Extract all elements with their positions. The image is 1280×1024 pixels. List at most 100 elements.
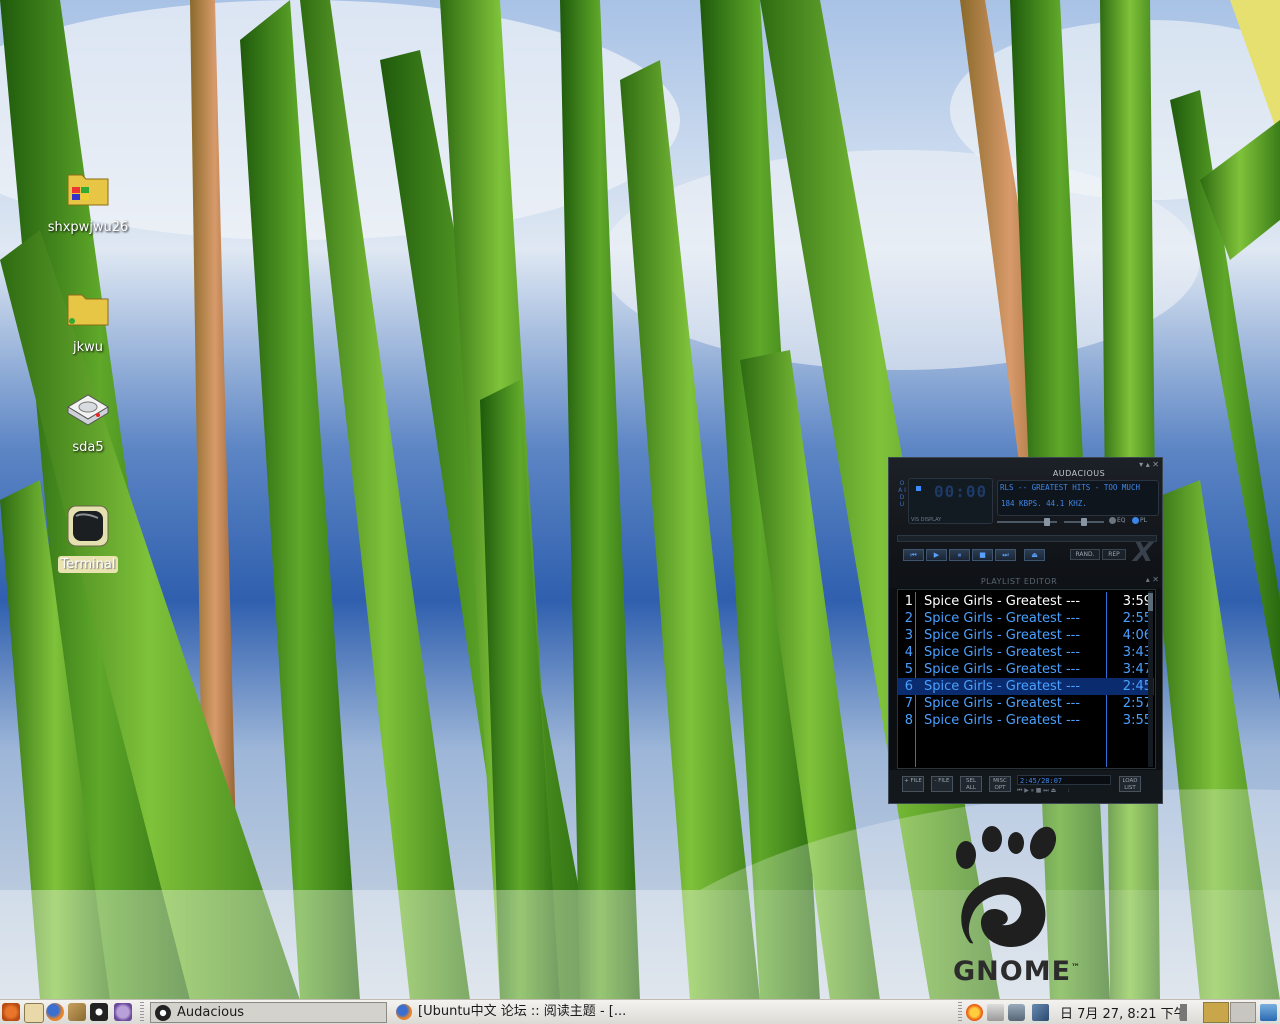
playlist-row-title: Spice Girls - Greatest --- (924, 611, 1081, 626)
printer-icon[interactable] (987, 1004, 1004, 1021)
playlist-row-duration: 3:59 (1122, 594, 1152, 609)
select-all-button[interactable]: SEL ALL (960, 776, 982, 792)
workspace-1[interactable] (1203, 1002, 1229, 1023)
terminal-icon (67, 505, 109, 547)
desktop-icon-label: Terminal (57, 556, 119, 573)
playlist-row-title: Spice Girls - Greatest --- (924, 713, 1081, 728)
playlist-scrollbar[interactable] (1148, 591, 1153, 767)
playlist-row-number: 3 (904, 628, 913, 643)
playlist-title: PLAYLIST EDITOR (980, 577, 1058, 586)
panel-handle[interactable] (958, 1002, 962, 1023)
audacious-logo-x: X (1133, 538, 1154, 568)
playlist-row-duration: 3:55 (1122, 713, 1152, 728)
playlist-row-duration: 3:47 (1122, 662, 1152, 677)
playlist-row-number: 5 (904, 662, 913, 677)
audacious-window[interactable]: AUDACIOUS ▾ ▴ ✕ O A I D U 00:00 VIS DISP… (888, 457, 1163, 804)
shuffle-button[interactable]: RAND. (1070, 549, 1100, 560)
playlist-row-number: 1 (904, 594, 913, 609)
firefox-icon[interactable] (46, 1003, 64, 1021)
playlist-row[interactable]: 4 Spice Girls - Greatest --- 3:43 (898, 644, 1154, 661)
misc-options-button[interactable]: MISC OPT (989, 776, 1011, 792)
playlist-row-title: Spice Girls - Greatest --- (924, 662, 1081, 677)
playlist-row-duration: 2:57 (1122, 696, 1152, 711)
eq-toggle[interactable]: EQ (1109, 517, 1126, 524)
audacious-time-display[interactable]: 00:00 (934, 482, 987, 501)
windows-folder-icon (67, 174, 109, 206)
playlist-row-number: 4 (904, 645, 913, 660)
seek-bar[interactable] (897, 535, 1157, 542)
ubuntu-menu-icon[interactable] (2, 1003, 20, 1021)
playlist-row-duration: 2:45 (1122, 679, 1152, 694)
desktop-icon-shxpwjwu26[interactable]: shxpwjwu26 (43, 165, 133, 236)
audacious-bitrate: 184 KBPS. 44.1 KHZ. (1001, 499, 1087, 508)
vis-display-label: VIS DISPLAY (911, 517, 942, 523)
playlist-row-duration: 3:43 (1122, 645, 1152, 660)
show-desktop-icon[interactable] (24, 1003, 44, 1023)
remove-file-button[interactable]: - FILE (931, 776, 953, 792)
playlist-row[interactable]: 3 Spice Girls - Greatest --- 4:06 (898, 627, 1154, 644)
drive-icon (67, 394, 109, 426)
desktop-icon-label: jkwu (72, 340, 103, 355)
pidgin-icon[interactable] (114, 1003, 132, 1021)
playlist-row[interactable]: 1 Spice Girls - Greatest --- 3:59 (898, 593, 1154, 610)
playlist-row-title: Spice Girls - Greatest --- (924, 679, 1081, 694)
playlist-row-title: Spice Girls - Greatest --- (924, 594, 1081, 609)
prev-button[interactable]: ⏮ (903, 549, 924, 561)
network-icon[interactable] (1032, 1004, 1049, 1021)
balance-knob[interactable] (1081, 518, 1087, 526)
playlist-scroll-thumb[interactable] (1148, 593, 1153, 611)
load-list-button[interactable]: LOAD LIST (1119, 776, 1141, 792)
desktop-icon-label: sda5 (72, 440, 104, 455)
update-notifier-icon[interactable] (966, 1004, 983, 1021)
eject-button[interactable]: ⏏ (1024, 549, 1045, 561)
playlist-row-duration: 2:55 (1122, 611, 1152, 626)
workspace-2[interactable] (1230, 1002, 1256, 1023)
pause-button[interactable]: ⏸ (949, 549, 970, 561)
playlist-row-number: 8 (904, 713, 913, 728)
next-button[interactable]: ⏭ (995, 549, 1016, 561)
add-file-button[interactable]: + FILE (902, 776, 924, 792)
playlist-row[interactable]: 2 Spice Girls - Greatest --- 2:55 (898, 610, 1154, 627)
stop-button[interactable]: ■ (972, 549, 993, 561)
mail-icon[interactable] (68, 1003, 86, 1021)
playlist-row-number: 6 (904, 679, 913, 694)
playlist-row-duration: 4:06 (1122, 628, 1152, 643)
repeat-button[interactable]: REP (1102, 549, 1126, 560)
volume-knob[interactable] (1044, 518, 1050, 526)
playlist-row[interactable]: 5 Spice Girls - Greatest --- 3:47 (898, 661, 1154, 678)
pl-toggle[interactable]: PL (1132, 517, 1147, 524)
playlist-row[interactable]: 7 Spice Girls - Greatest --- 2:57 (898, 695, 1154, 712)
audacious-launcher-icon[interactable] (90, 1003, 108, 1021)
desktop-icon-jkwu[interactable]: jkwu (43, 285, 133, 356)
playlist-row-title: Spice Girls - Greatest --- (924, 645, 1081, 660)
bottom-panel: Audacious [Ubuntu中文 论坛 :: 阅读主题 - [... 日 … (0, 999, 1280, 1024)
audacious-song-marquee: RLS -- GREATEST HITS - TOO MUCH (1000, 483, 1140, 492)
trash-icon[interactable] (1260, 1004, 1277, 1021)
desktop-icon-label: shxpwjwu26 (47, 220, 129, 235)
task-audacious[interactable]: Audacious (150, 1002, 387, 1023)
desktop-icon-sda5[interactable]: sda5 (43, 385, 133, 456)
play-button[interactable]: ▶ (926, 549, 947, 561)
task-firefox[interactable]: [Ubuntu中文 论坛 :: 阅读主题 - [... (392, 1002, 692, 1023)
volume-icon[interactable] (1180, 1004, 1197, 1021)
playlist-time-info: 2:45/28:07 (1017, 775, 1111, 785)
eq-toggle-icon (1109, 517, 1116, 524)
clock[interactable]: 日 7月 27, 8:21 下午 (1060, 1003, 1187, 1022)
audacious-task-icon (155, 1005, 171, 1021)
playlist-window-controls[interactable]: ▴ ✕ (1146, 575, 1159, 584)
battery-icon[interactable] (1008, 1004, 1025, 1021)
audacious-side-label: O A I D U (898, 480, 906, 508)
desktop-icon-terminal[interactable]: Terminal (43, 502, 133, 573)
playlist-mini-controls[interactable]: ⏮ ▶ ⏸ ■ ⏭ ⏏ : (1017, 787, 1111, 797)
audacious-window-controls[interactable]: ▾ ▴ ✕ (1139, 460, 1159, 469)
playlist-row[interactable]: 8 Spice Girls - Greatest --- 3:55 (898, 712, 1154, 729)
folder-icon (67, 294, 109, 326)
playlist-row-title: Spice Girls - Greatest --- (924, 696, 1081, 711)
playlist-row-number: 2 (904, 611, 913, 626)
panel-handle[interactable] (140, 1002, 144, 1023)
gnome-wordmark: GNOME™ (953, 956, 1082, 987)
play-indicator-icon (916, 486, 921, 491)
playlist-row-title: Spice Girls - Greatest --- (924, 628, 1081, 643)
playlist-row[interactable]: 6 Spice Girls - Greatest --- 2:45 (898, 678, 1154, 695)
firefox-task-icon (396, 1004, 412, 1020)
